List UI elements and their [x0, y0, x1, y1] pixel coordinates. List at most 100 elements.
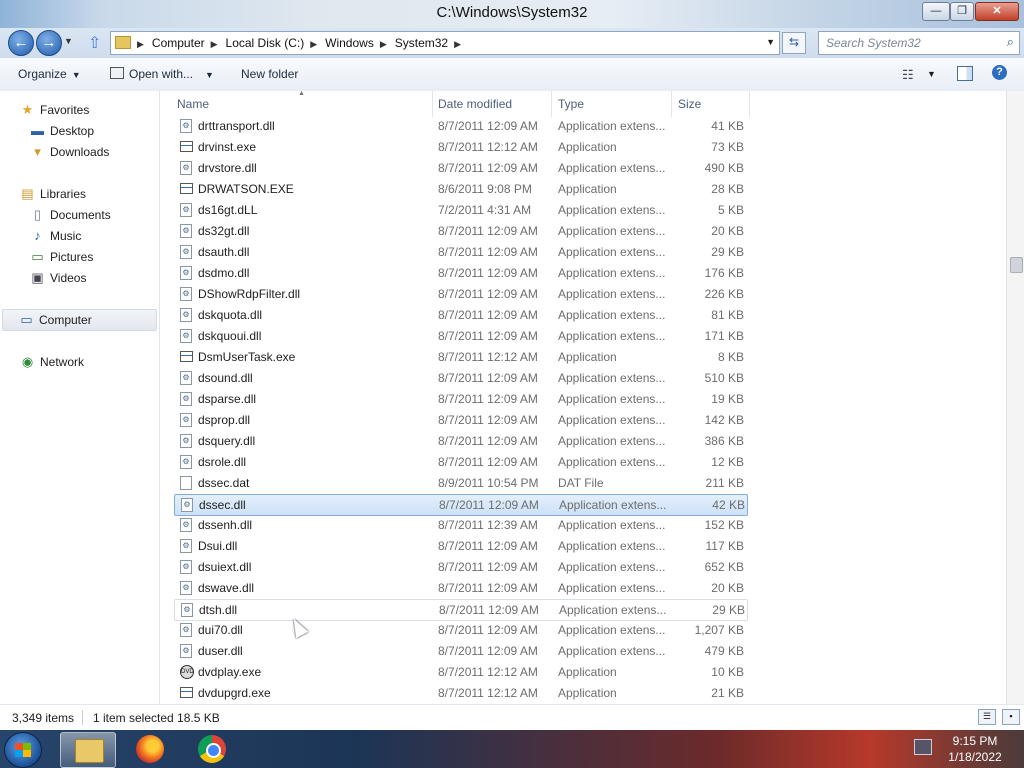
up-arrow-icon[interactable]: ⇧: [88, 33, 101, 53]
breadcrumb-separator-icon[interactable]: ▶: [380, 39, 387, 50]
file-row[interactable]: dssec.dat 8/9/2011 10:54 PM DAT File 211 KB: [174, 473, 746, 493]
file-row[interactable]: DRWATSON.EXE 8/6/2011 9:08 PM Application 2…: [174, 179, 746, 199]
breadcrumb-item[interactable]: Local Disk (C:): [226, 36, 305, 50]
scrollbar-thumb[interactable]: [1010, 257, 1023, 273]
file-row[interactable]: ⚙ dskquota.dll 8/7/2011 12:09 AM Applicatio…: [174, 305, 746, 325]
file-name: dssec.dat: [198, 476, 250, 490]
nav-label: Network: [40, 355, 85, 369]
file-row[interactable]: ⚙ ds16gt.dLL 7/2/2011 4:31 AM Application e…: [174, 200, 746, 220]
forward-button[interactable]: →: [36, 30, 62, 56]
file-date: 8/7/2011 12:09 AM: [438, 161, 538, 175]
details-view-icon[interactable]: ☰: [978, 709, 996, 725]
file-row[interactable]: ⚙ dsparse.dll 8/7/2011 12:09 AM Application…: [174, 389, 746, 409]
network-tray-icon[interactable]: [914, 739, 932, 755]
breadcrumb-item[interactable]: Computer: [152, 36, 205, 50]
file-row[interactable]: ⚙ dsuiext.dll 8/7/2011 12:09 AM Application…: [174, 557, 746, 577]
file-type: Application extens...: [559, 498, 667, 512]
breadcrumb-separator-icon[interactable]: ▶: [454, 39, 461, 50]
file-row[interactable]: ⚙ dsound.dll 8/7/2011 12:09 AM Application …: [174, 368, 746, 388]
new-folder-button[interactable]: New folder: [241, 67, 298, 81]
recent-locations-dropdown[interactable]: ▼: [64, 36, 73, 46]
clock-time[interactable]: 9:15 PM: [944, 734, 1006, 748]
view-options-dropdown[interactable]: ▼: [927, 69, 936, 79]
file-row[interactable]: ⚙ dskquoui.dll 8/7/2011 12:09 AM Applicatio…: [174, 326, 746, 346]
file-row[interactable]: ⚙ dssenh.dll 8/7/2011 12:39 AM Application …: [174, 515, 746, 535]
nav-libraries[interactable]: ▤ Libraries: [20, 184, 86, 204]
column-divider[interactable]: [551, 91, 552, 117]
address-history-dropdown[interactable]: ▼: [766, 37, 775, 47]
dll-file-icon: ⚙: [180, 224, 192, 238]
column-header-size[interactable]: Size: [678, 97, 701, 111]
file-name: dtsh.dll: [199, 603, 238, 617]
file-row[interactable]: dvdupgrd.exe 8/7/2011 12:12 AM Application…: [174, 683, 746, 703]
help-icon[interactable]: ?: [992, 65, 1007, 80]
file-row[interactable]: ⚙ ds32gt.dll 8/7/2011 12:09 AM Application …: [174, 221, 746, 241]
file-row[interactable]: DVD dvdplay.exe 8/7/2011 12:12 AM Applicati…: [174, 662, 746, 682]
file-row[interactable]: DsmUserTask.exe 8/7/2011 12:12 AM Applicat…: [174, 347, 746, 367]
maximize-button[interactable]: ❐: [950, 2, 974, 21]
nav-favorites[interactable]: ★ Favorites: [20, 100, 90, 120]
nav-music[interactable]: ♪ Music: [30, 226, 81, 246]
file-row[interactable]: ⚙ DShowRdpFilter.dll 8/7/2011 12:09 AM Appl…: [174, 284, 746, 304]
large-icons-view-icon[interactable]: ▪: [1002, 709, 1020, 725]
nav-downloads[interactable]: ▾ Downloads: [30, 142, 109, 162]
open-with-button[interactable]: Open with... ▼: [110, 67, 214, 81]
nav-network[interactable]: ◉ Network: [20, 352, 84, 372]
vertical-scrollbar[interactable]: [1006, 91, 1024, 704]
file-row[interactable]: ⚙ drvstore.dll 8/7/2011 12:09 AM Applicatio…: [174, 158, 746, 178]
file-row[interactable]: ⚙ dsquery.dll 8/7/2011 12:09 AM Application…: [174, 431, 746, 451]
file-size: 117 KB: [705, 539, 744, 553]
videos-icon: ▣: [31, 270, 44, 285]
address-bar[interactable]: ▶ Computer ▶ Local Disk (C:) ▶ Windows ▶ System…: [110, 31, 780, 55]
file-row[interactable]: ⚙ dsrole.dll 8/7/2011 12:09 AM Application …: [174, 452, 746, 472]
back-button[interactable]: ←: [8, 30, 34, 56]
taskbar-chrome[interactable]: [186, 732, 240, 766]
organize-menu[interactable]: Organize ▼: [18, 67, 81, 81]
refresh-button[interactable]: ⇆: [782, 32, 806, 54]
file-row[interactable]: ⚙ dssec.dll 8/7/2011 12:09 AM Application e…: [174, 494, 748, 516]
search-input[interactable]: Search System32 ⌕: [818, 31, 1020, 55]
nav-computer[interactable]: ▭ Computer: [2, 309, 157, 331]
taskbar-firefox[interactable]: [124, 732, 178, 766]
breadcrumb-item[interactable]: System32: [395, 36, 448, 50]
file-row[interactable]: ⚙ Dsui.dll 8/7/2011 12:09 AM Application ex…: [174, 536, 746, 556]
file-row[interactable]: ⚙ dsprop.dll 8/7/2011 12:09 AM Application …: [174, 410, 746, 430]
file-name: dvdupgrd.exe: [198, 686, 271, 700]
search-icon[interactable]: ⌕: [1007, 34, 1014, 50]
file-name: DRWATSON.EXE: [198, 182, 294, 196]
file-row[interactable]: ⚙ duser.dll 8/7/2011 12:09 AM Application e…: [174, 641, 746, 661]
file-row[interactable]: ⚙ dsdmo.dll 8/7/2011 12:09 AM Application e…: [174, 263, 746, 283]
nav-documents[interactable]: ▯ Documents: [30, 205, 111, 225]
column-divider[interactable]: [749, 91, 750, 117]
breadcrumb-item[interactable]: Windows: [325, 36, 374, 50]
nav-desktop[interactable]: ▬ Desktop: [30, 121, 94, 141]
file-row[interactable]: ⚙ dtsh.dll 8/7/2011 12:09 AM Application ex…: [174, 599, 748, 621]
nav-pictures[interactable]: ▭ Pictures: [30, 247, 93, 267]
breadcrumb-separator-icon[interactable]: ▶: [211, 39, 218, 50]
breadcrumb-separator-icon[interactable]: ▶: [310, 39, 317, 50]
start-button[interactable]: [4, 732, 42, 768]
clock-date[interactable]: 1/18/2022: [944, 750, 1006, 764]
file-row[interactable]: ⚙ dswave.dll 8/7/2011 12:09 AM Application …: [174, 578, 746, 598]
file-name: drvstore.dll: [198, 161, 257, 175]
preview-pane-icon[interactable]: [957, 66, 973, 81]
column-divider[interactable]: [671, 91, 672, 117]
nav-videos[interactable]: ▣ Videos: [30, 268, 86, 288]
file-row[interactable]: ⚙ dui70.dll 8/7/2011 12:09 AM Application e…: [174, 620, 746, 640]
column-header-date[interactable]: Date modified: [438, 97, 512, 111]
file-row[interactable]: drvinst.exe 8/7/2011 12:12 AM Application 7…: [174, 137, 746, 157]
column-divider[interactable]: [432, 91, 433, 117]
column-header-type[interactable]: Type: [558, 97, 584, 111]
breadcrumb-separator-icon[interactable]: ▶: [137, 39, 144, 50]
taskbar-file-explorer[interactable]: [60, 732, 116, 768]
change-view-icon[interactable]: ☷: [902, 67, 914, 83]
minimize-button[interactable]: —: [922, 2, 950, 21]
dll-file-icon: ⚙: [180, 329, 192, 343]
file-row[interactable]: ⚙ dsauth.dll 8/7/2011 12:09 AM Application …: [174, 242, 746, 262]
column-header-name[interactable]: Name: [177, 97, 209, 111]
close-button[interactable]: ✕: [975, 2, 1019, 21]
file-name: dsrole.dll: [198, 455, 247, 469]
dat-file-icon: [180, 476, 192, 490]
file-name: dsprop.dll: [198, 413, 251, 427]
file-row[interactable]: ⚙ drttransport.dll 8/7/2011 12:09 AM Applic…: [174, 116, 746, 136]
